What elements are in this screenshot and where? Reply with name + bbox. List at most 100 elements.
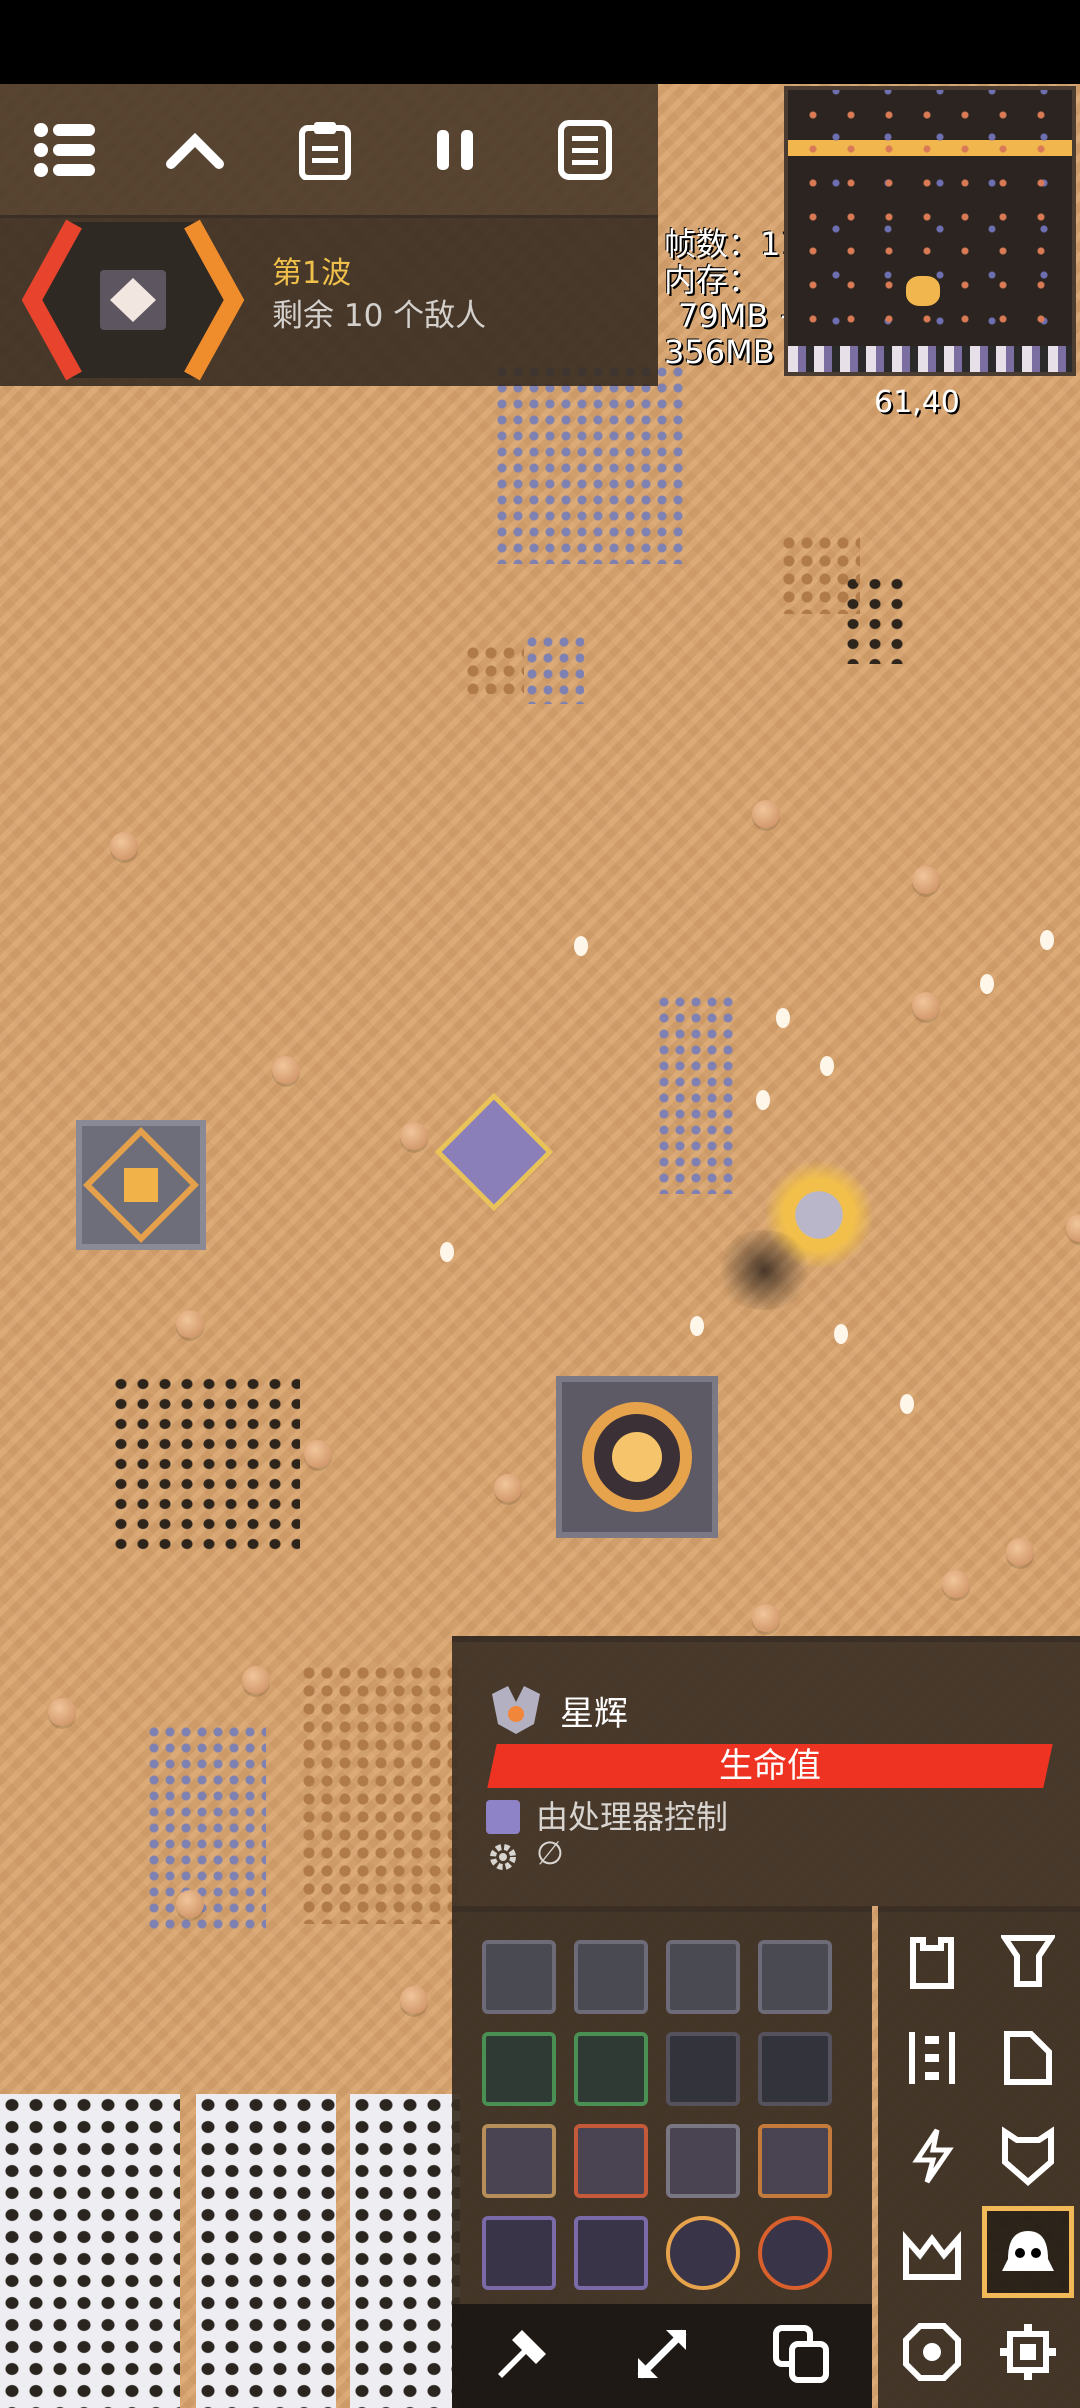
- unit-icon: [492, 1686, 540, 1734]
- category-liquid[interactable]: [982, 2012, 1074, 2104]
- database-button[interactable]: [520, 85, 650, 215]
- block-payload-conveyor[interactable]: [482, 2124, 556, 2198]
- block-additive-reconstructor[interactable]: [758, 1940, 832, 2014]
- clipboard-icon: [299, 121, 351, 180]
- boulder: [48, 1698, 76, 1726]
- health-label: 生命值: [719, 1746, 821, 1786]
- ore-patch: [110, 1374, 300, 1554]
- player-unit[interactable]: [434, 1092, 554, 1212]
- block-exponential-reconstructor[interactable]: [758, 2032, 832, 2106]
- category-turret[interactable]: [886, 1914, 978, 2006]
- core-shard[interactable]: [76, 1120, 206, 1250]
- production-icon: [1001, 1935, 1055, 1987]
- pause-button[interactable]: [390, 85, 520, 215]
- category-production[interactable]: [982, 1914, 1074, 2006]
- menu-icon: [34, 122, 95, 177]
- ore-patch: [300, 1664, 460, 1924]
- collapse-button[interactable]: [130, 85, 260, 215]
- cursor-coordinates: 61,40: [874, 385, 960, 420]
- database-icon: [558, 119, 612, 180]
- boulder: [304, 1440, 332, 1468]
- category-panel: [878, 1906, 1080, 2408]
- menu-button[interactable]: [0, 85, 130, 215]
- unit-info-panel: 星辉 生命值 由处理器控制 ∅: [452, 1636, 1080, 1906]
- processor-icon: [486, 1800, 520, 1834]
- ore-patch: [464, 644, 524, 694]
- boulder: [752, 1604, 780, 1632]
- skip-wave-button[interactable]: [18, 218, 248, 382]
- wave-panel: 第1波 剩余 10 个敌人: [0, 218, 658, 386]
- block-repair-turret[interactable]: [574, 2032, 648, 2106]
- boulder: [942, 1570, 970, 1598]
- copy-icon: [773, 2325, 829, 2383]
- pebble: [834, 1324, 848, 1344]
- pebble: [756, 1090, 770, 1110]
- ore-patch: [494, 364, 684, 564]
- scorch-mark: [714, 1230, 814, 1310]
- schematics-button[interactable]: [772, 2324, 832, 2388]
- block-multiplicative-reconstructor[interactable]: [666, 2032, 740, 2106]
- boulder: [400, 1986, 428, 2014]
- gear-icon: [490, 1844, 516, 1870]
- category-units[interactable]: [982, 2206, 1074, 2298]
- boulder: [494, 1474, 522, 1502]
- boulder: [912, 992, 940, 1020]
- category-defense[interactable]: [982, 2110, 1074, 2202]
- block-payload-mass-driver[interactable]: [666, 2124, 740, 2198]
- enemy-spawn-core[interactable]: [556, 1376, 718, 1538]
- distribution-icon: [909, 2032, 955, 2084]
- defense-icon: [1002, 2126, 1054, 2186]
- boulder: [1006, 1538, 1034, 1566]
- top-toolbar: [0, 84, 658, 218]
- block-repair-point[interactable]: [482, 2032, 556, 2106]
- block-deconstructor[interactable]: [758, 2124, 832, 2198]
- boulder: [176, 1310, 204, 1338]
- boulder: [110, 832, 138, 860]
- schematic-select-button[interactable]: [632, 2324, 692, 2388]
- logic-icon: [903, 2323, 961, 2381]
- power-icon: [912, 2128, 954, 2184]
- expand-icon: [637, 2329, 687, 2379]
- category-logic[interactable]: [886, 2306, 978, 2398]
- ore-patch: [146, 1724, 266, 1934]
- category-crafting[interactable]: [886, 2208, 978, 2300]
- turret-icon: [910, 1937, 954, 1989]
- boulder: [400, 1122, 428, 1150]
- category-distribution[interactable]: [886, 2012, 978, 2104]
- units-icon: [1002, 2231, 1054, 2271]
- objectives-button[interactable]: [260, 85, 390, 215]
- boulder: [272, 1056, 300, 1084]
- block-constructor[interactable]: [574, 2216, 648, 2290]
- wall-block[interactable]: [0, 2094, 180, 2408]
- category-power[interactable]: [886, 2110, 978, 2202]
- liquid-icon: [1004, 2031, 1052, 2085]
- block-large-constructor[interactable]: [666, 2216, 740, 2290]
- wall-block[interactable]: [196, 2094, 336, 2408]
- hammer-icon: [498, 2330, 546, 2378]
- boulder: [242, 1666, 270, 1694]
- enemies-remaining: 剩余 10 个敌人: [272, 298, 487, 334]
- block-payload-router[interactable]: [574, 2124, 648, 2198]
- boulder: [1066, 1214, 1080, 1242]
- chevron-up-icon: [166, 132, 224, 169]
- unit-name: 星辉: [560, 1694, 628, 1734]
- minimap[interactable]: [784, 86, 1076, 376]
- pebble: [690, 1316, 704, 1336]
- block-tetrative-reconstructor[interactable]: [482, 2216, 556, 2290]
- pebble: [1040, 930, 1054, 950]
- pebble: [440, 1242, 454, 1262]
- category-effect[interactable]: [982, 2306, 1074, 2398]
- wave-title: 第1波: [272, 256, 352, 291]
- ammo-status: ∅: [536, 1834, 564, 1872]
- deconstruct-button[interactable]: [492, 2324, 552, 2388]
- wall-block[interactable]: [350, 2094, 460, 2408]
- block-air-factory[interactable]: [574, 1940, 648, 2014]
- block-ground-factory[interactable]: [482, 1940, 556, 2014]
- pebble: [776, 1008, 790, 1028]
- block-naval-factory[interactable]: [666, 1940, 740, 2014]
- build-tools-bar: [452, 2304, 872, 2408]
- effect-icon: [1000, 2324, 1056, 2380]
- pause-icon: [437, 129, 473, 170]
- block-payload-source[interactable]: [758, 2216, 832, 2290]
- pebble: [820, 1056, 834, 1076]
